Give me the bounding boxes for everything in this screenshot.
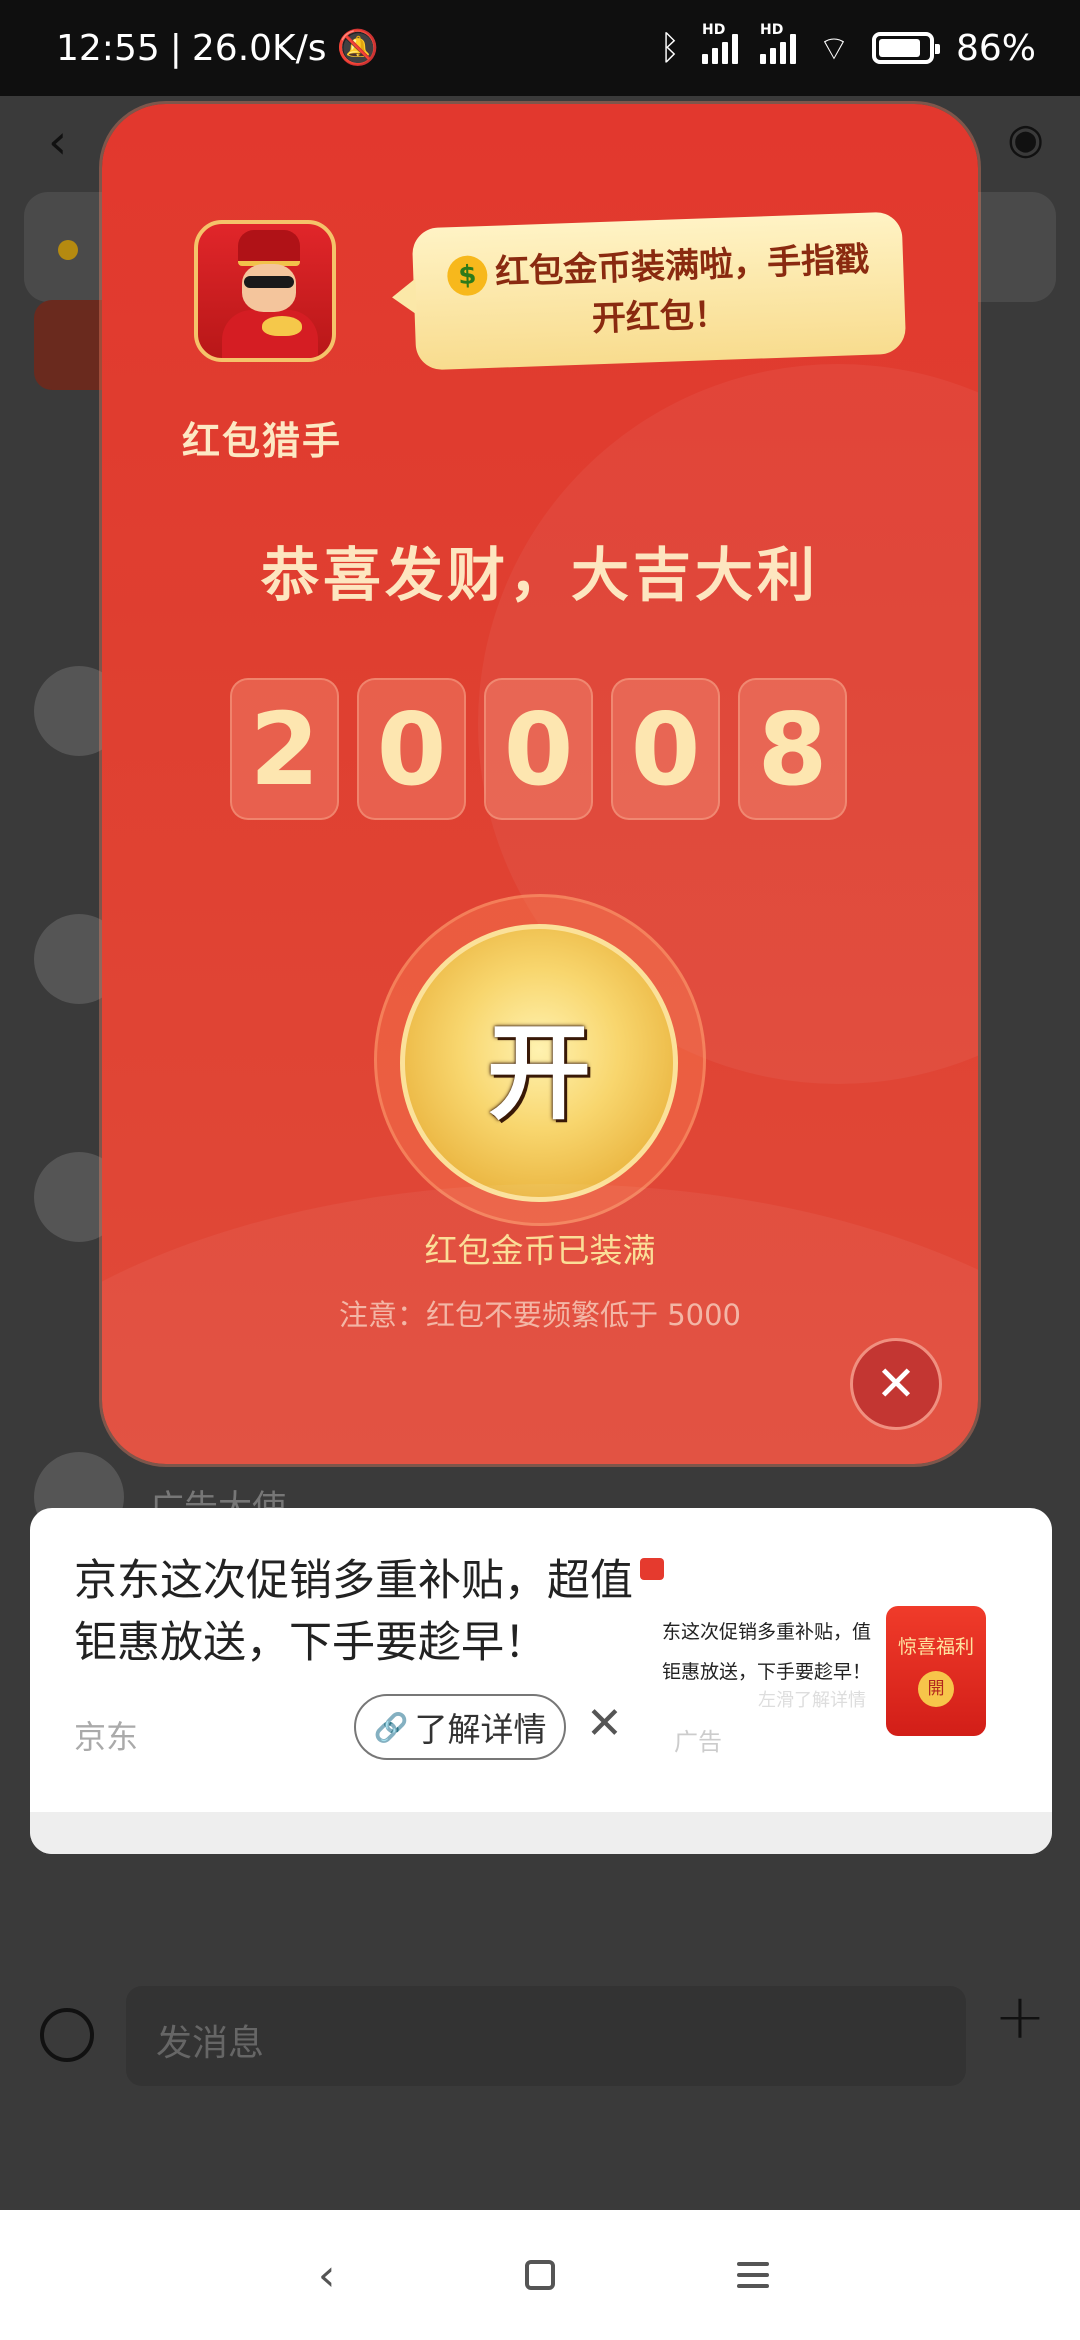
ad-title: 京东这次促销多重补贴，超值钜惠放送，下手要趁早！: [74, 1556, 633, 1668]
counter-digit: 2: [230, 678, 339, 820]
emoji-icon[interactable]: [40, 2008, 94, 2062]
ad-source: 京东: [74, 1718, 139, 1756]
nav-home-button[interactable]: [505, 2240, 575, 2310]
status-bar: 12:55 | 26.0K/s 🔕 ᛒ HD HD ⌔ 86%: [0, 0, 1080, 96]
banner-dot-icon: [58, 240, 78, 260]
chevron-left-icon: ‹: [317, 2249, 336, 2301]
clock: 12:55: [56, 27, 160, 69]
wifi-icon: ⌔: [818, 28, 850, 69]
nav-recents-button[interactable]: [718, 2240, 788, 2310]
hint-text: 红包金币装满啦，手指戳开红包！: [494, 239, 870, 340]
nav-back-button[interactable]: ‹: [292, 2240, 362, 2310]
bluetooth-icon: ᛒ: [659, 28, 681, 68]
back-icon[interactable]: ‹: [48, 114, 67, 170]
close-icon: ✕: [875, 1356, 917, 1412]
ad-label: 广告: [674, 1728, 722, 1756]
battery-icon: [871, 32, 940, 64]
ad-close-icon[interactable]: ✕: [586, 1698, 623, 1749]
counter-digit: 8: [738, 678, 847, 820]
navigation-bar: ‹: [0, 2210, 1080, 2340]
ad-image-text: 东这次促销多重补贴，值钜惠放送，下手要趁早！: [662, 1621, 872, 1683]
counter-digit: 0: [611, 678, 720, 820]
signal-icon-2: HD: [760, 22, 797, 64]
menu-icon: [737, 2262, 770, 2288]
coin-counter: 2 0 0 0 8: [230, 678, 847, 820]
money-face-icon: $: [446, 254, 489, 296]
ad-coin: 開: [918, 1671, 954, 1707]
red-packet-modal: 红包猎手 $ 红包金币装满啦，手指戳开红包！ 恭喜发财，大吉大利 2 0 0 0 …: [102, 104, 978, 1464]
counter-digit: 0: [484, 678, 593, 820]
open-red-packet-button[interactable]: 开: [400, 924, 678, 1202]
ad-red-packet-label: 惊喜福利: [897, 1636, 974, 1658]
hint-bubble: $ 红包金币装满啦，手指戳开红包！: [411, 211, 907, 371]
coins-full-label: 红包金币已装满: [424, 1231, 656, 1270]
counter-digit: 0: [357, 678, 466, 820]
ad-card[interactable]: 京东这次促销多重补贴，超值钜惠放送，下手要趁早！ 京东 🔗 了解详情 ✕ 东这次…: [30, 1508, 1052, 1854]
mute-bell-icon: 🔕: [336, 28, 379, 68]
signal-icon: HD: [702, 22, 739, 64]
learn-more-label: 了解详情: [414, 1710, 547, 1749]
ad-logo-icon: [640, 1558, 664, 1580]
eye-off-icon[interactable]: ◉: [1007, 114, 1044, 163]
battery-percent: 86%: [955, 27, 1036, 69]
message-input[interactable]: 发消息: [126, 1986, 966, 2086]
status-separator: |: [169, 27, 182, 69]
ad-red-packet: 惊喜福利 開: [886, 1606, 986, 1736]
ad-footer: [30, 1812, 1052, 1854]
close-modal-button[interactable]: ✕: [850, 1338, 942, 1430]
square-icon: [524, 2260, 555, 2290]
ad-image[interactable]: 东这次促销多重补贴，值钜惠放送，下手要趁早！ 惊喜福利 開 左滑了解详情 广告: [640, 1558, 1030, 1756]
app-name: 红包猎手: [182, 419, 343, 463]
swipe-hint: 左滑了解详情: [758, 1690, 866, 1711]
learn-more-button[interactable]: 🔗 了解详情: [354, 1694, 566, 1760]
note-text: 注意：红包不要频繁低于 5000: [338, 1298, 742, 1332]
app-icon: [194, 220, 336, 362]
plus-icon[interactable]: +: [994, 1980, 1046, 2053]
network-speed: 26.0K/s: [191, 27, 327, 69]
greeting-title: 恭喜发财，大吉大利: [260, 541, 819, 609]
link-icon: 🔗: [373, 1710, 409, 1744]
